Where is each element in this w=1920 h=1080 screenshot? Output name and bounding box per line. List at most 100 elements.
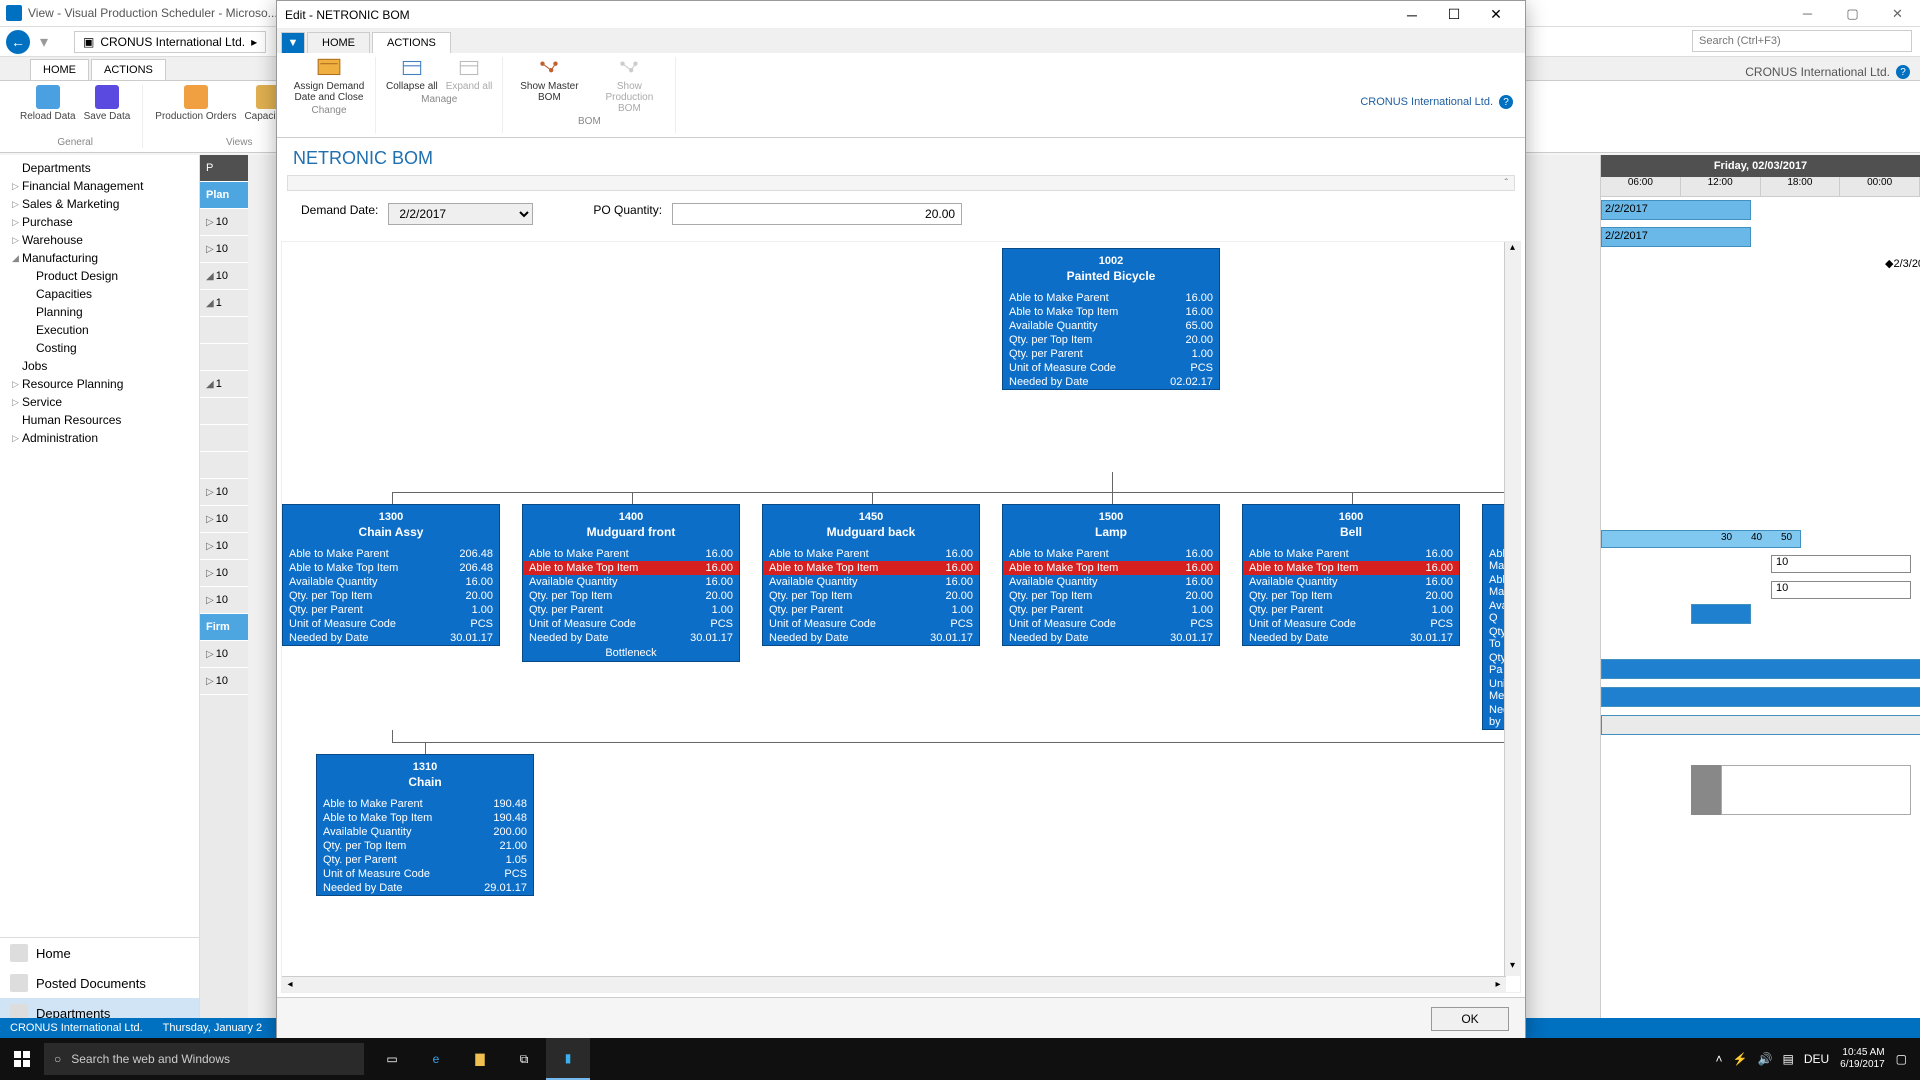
bom-card[interactable]: 1400Mudguard frontAble to Make Parent16.… xyxy=(522,504,740,662)
task-view-button[interactable]: ▭ xyxy=(370,1038,414,1080)
bom-card[interactable]: 1600BellAble to Make Parent16.00Able to … xyxy=(1242,504,1460,646)
search-icon: ○ xyxy=(54,1052,61,1066)
ribbon-button[interactable]: Assign Demand Date and Close xyxy=(293,57,365,103)
store-icon[interactable]: ⧉ xyxy=(502,1038,546,1080)
gantt-tree-row[interactable]: ▷10 xyxy=(200,479,248,506)
gantt-tree-row[interactable]: ▷10 xyxy=(200,668,248,695)
bg-tab-actions[interactable]: ACTIONS xyxy=(91,59,166,80)
nav-item[interactable]: Capacities xyxy=(0,285,199,303)
gantt-bar[interactable] xyxy=(1601,715,1920,735)
bg-tab-home[interactable]: HOME xyxy=(30,59,89,80)
gantt-tree-row[interactable]: ◢1 xyxy=(200,290,248,317)
tray-up-icon[interactable]: ˄ xyxy=(1716,1052,1723,1066)
gantt-tree-row[interactable] xyxy=(200,344,248,371)
gantt-block xyxy=(1691,765,1721,815)
edge-icon[interactable]: e xyxy=(414,1038,458,1080)
gantt-tree-row[interactable]: ◢10 xyxy=(200,263,248,290)
nav-item[interactable]: Departments xyxy=(0,159,199,177)
gantt-tree-row[interactable]: ▷10 xyxy=(200,641,248,668)
bg-minimize-button[interactable]: ─ xyxy=(1785,0,1830,27)
nav-item[interactable]: Human Resources xyxy=(0,411,199,429)
gantt-tree-row[interactable] xyxy=(200,317,248,344)
gantt-tree-row[interactable] xyxy=(200,398,248,425)
gantt-tree-row[interactable] xyxy=(200,425,248,452)
start-button[interactable] xyxy=(0,1038,44,1080)
gantt-tree-row[interactable]: ◢1 xyxy=(200,371,248,398)
gantt-input[interactable]: 10 xyxy=(1771,555,1911,573)
modal-close-button[interactable]: ✕ xyxy=(1475,2,1517,28)
demand-date-select[interactable]: 2/2/2017 xyxy=(388,203,533,225)
gantt-tree-row[interactable]: ▷10 xyxy=(200,236,248,263)
search-input[interactable] xyxy=(1692,30,1912,52)
gantt-tree-row[interactable]: ▷10 xyxy=(200,587,248,614)
ribbon-button[interactable]: Collapse all xyxy=(386,57,438,92)
gantt-bar[interactable] xyxy=(1601,687,1920,707)
bom-card[interactable]: 1310ChainAble to Make Parent190.48Able t… xyxy=(316,754,534,896)
gantt-tree-row[interactable]: ▷10 xyxy=(200,506,248,533)
nav-item[interactable]: ▷Service xyxy=(0,393,199,411)
gantt-tree-row[interactable]: ▷10 xyxy=(200,560,248,587)
nav-item[interactable]: ▷Financial Management xyxy=(0,177,199,195)
taskbar: ○ Search the web and Windows ▭ e ▇ ⧉ ▮ ˄… xyxy=(0,1038,1920,1080)
production-orders-button[interactable]: Production Orders xyxy=(155,85,236,122)
tray-net-icon[interactable]: ▤ xyxy=(1782,1052,1793,1066)
back-button[interactable]: ← xyxy=(6,30,30,54)
bom-card[interactable]: 1500LampAble to Make Parent16.00Able to … xyxy=(1002,504,1220,646)
nav-shortcut[interactable]: Home xyxy=(0,938,199,968)
explorer-icon[interactable]: ▇ xyxy=(458,1038,502,1080)
modal-tab-home[interactable]: HOME xyxy=(307,32,370,53)
nav-item[interactable]: Costing xyxy=(0,339,199,357)
ribbon-button[interactable]: Show Master BOM xyxy=(513,57,585,114)
forward-button[interactable]: ▾ xyxy=(34,32,54,52)
bg-close-button[interactable]: ✕ xyxy=(1875,0,1920,27)
tray-notifications-icon[interactable]: ▢ xyxy=(1896,1052,1907,1066)
vertical-scrollbar[interactable]: ▴▾ xyxy=(1504,242,1520,976)
gantt-tree-row[interactable]: Firm xyxy=(200,614,248,641)
taskbar-clock[interactable]: 10:45 AM6/19/2017 xyxy=(1840,1047,1885,1071)
navigation-tree: Departments▷Financial Management▷Sales &… xyxy=(0,155,200,1028)
bg-maximize-button[interactable]: ▢ xyxy=(1830,0,1875,27)
gantt-bar[interactable] xyxy=(1601,659,1920,679)
horizontal-scrollbar[interactable]: ◂▸ xyxy=(282,976,1506,992)
reload-data-button[interactable]: Reload Data xyxy=(20,85,76,122)
netronic-bom-dialog: Edit - NETRONIC BOM ─ ☐ ✕ ▼ HOME ACTIONS… xyxy=(276,0,1526,1040)
help-icon[interactable]: ? xyxy=(1499,95,1513,109)
taskbar-search[interactable]: ○ Search the web and Windows xyxy=(44,1043,364,1075)
gantt-tree-row[interactable] xyxy=(200,452,248,479)
nav-item[interactable]: ▷Warehouse xyxy=(0,231,199,249)
gantt-bar[interactable] xyxy=(1691,604,1751,624)
nav-item[interactable]: ▷Sales & Marketing xyxy=(0,195,199,213)
help-icon[interactable]: ? xyxy=(1896,65,1910,79)
modal-maximize-button[interactable]: ☐ xyxy=(1433,2,1475,28)
tray-lang[interactable]: DEU xyxy=(1804,1052,1829,1066)
gantt-bar[interactable] xyxy=(1601,530,1801,548)
collapse-bar[interactable]: ˆ xyxy=(287,175,1515,191)
nav-item[interactable]: ▷Administration xyxy=(0,429,199,447)
po-qty-input[interactable] xyxy=(672,203,962,225)
tray-power-icon[interactable]: ⚡ xyxy=(1733,1052,1748,1066)
nav-item[interactable]: ▷Purchase xyxy=(0,213,199,231)
nav-item[interactable]: ▷Resource Planning xyxy=(0,375,199,393)
tray-volume-icon[interactable]: 🔊 xyxy=(1758,1052,1773,1066)
gantt-tree-row[interactable]: Plan xyxy=(200,182,248,209)
nav-item[interactable]: Planning xyxy=(0,303,199,321)
gantt-tree-row[interactable]: ▷10 xyxy=(200,533,248,560)
bom-card[interactable]: 1002Painted BicycleAble to Make Parent16… xyxy=(1002,248,1220,390)
gantt-input[interactable]: 10 xyxy=(1771,581,1911,599)
save-data-button[interactable]: Save Data xyxy=(84,85,131,122)
app-menu-button[interactable]: ▼ xyxy=(281,32,305,53)
dynamics-icon[interactable]: ▮ xyxy=(546,1038,590,1080)
nav-item[interactable]: Jobs xyxy=(0,357,199,375)
nav-item[interactable]: ◢Manufacturing xyxy=(0,249,199,267)
nav-shortcut[interactable]: Posted Documents xyxy=(0,968,199,998)
gantt-tree-row[interactable]: ▷10 xyxy=(200,209,248,236)
gantt-tree-row[interactable]: P xyxy=(200,155,248,182)
bom-card[interactable]: 1300Chain AssyAble to Make Parent206.48A… xyxy=(282,504,500,646)
modal-tab-actions[interactable]: ACTIONS xyxy=(372,32,451,53)
breadcrumb[interactable]: ▣ CRONUS International Ltd. ▸ xyxy=(74,31,266,53)
ok-button[interactable]: OK xyxy=(1431,1007,1509,1031)
nav-item[interactable]: Product Design xyxy=(0,267,199,285)
nav-item[interactable]: Execution xyxy=(0,321,199,339)
bom-card[interactable]: 1450Mudguard backAble to Make Parent16.0… xyxy=(762,504,980,646)
modal-minimize-button[interactable]: ─ xyxy=(1391,2,1433,28)
